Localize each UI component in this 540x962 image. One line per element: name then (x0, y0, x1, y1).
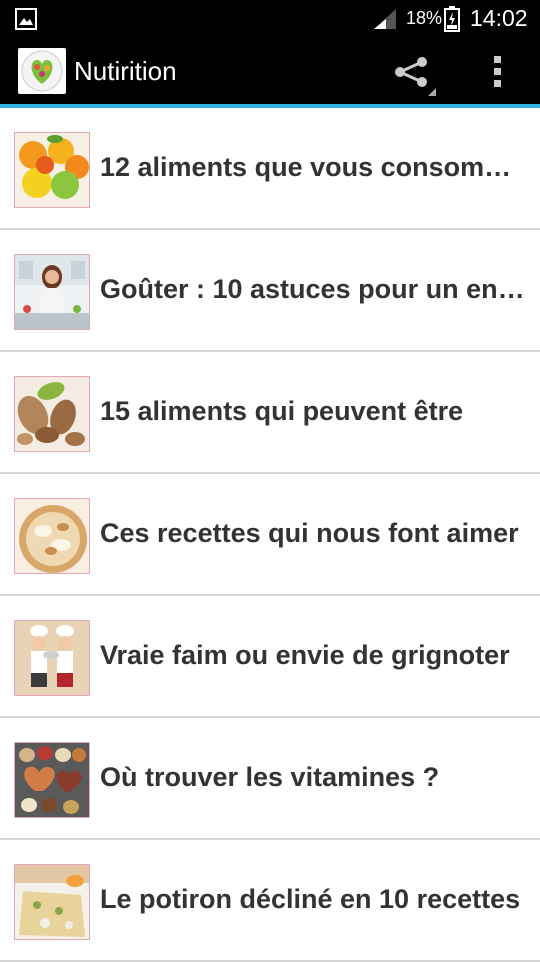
clock: 14:02 (470, 5, 528, 31)
chefs-thumbnail (14, 620, 90, 696)
almonds-thumbnail (14, 376, 90, 452)
list-item[interactable]: Où trouver les vitamines ? (0, 718, 540, 840)
tart-thumbnail (14, 498, 90, 574)
battery-icon (444, 6, 460, 32)
list-item-title: Où trouver les vitamines ? (100, 762, 440, 792)
citrus-fruits-thumbnail (14, 132, 90, 208)
gallery-notification-icon (14, 7, 38, 31)
app-logo-icon[interactable] (18, 48, 66, 94)
list-item-title: 12 aliments que vous consommez (100, 152, 525, 182)
signal-strength-icon (372, 7, 398, 31)
article-list: 12 aliments que vous consommez Goûter : … (0, 108, 540, 962)
app-title: Nutirition (74, 56, 177, 86)
share-icon[interactable] (390, 54, 438, 96)
battery-percent: 18% (406, 8, 443, 28)
list-item-title: 15 aliments qui peuvent être (100, 396, 464, 426)
action-bar: Nutirition (0, 38, 540, 104)
list-item[interactable]: Vraie faim ou envie de grignoter (0, 596, 540, 718)
list-item-title: Goûter : 10 astuces pour un en-cas (100, 274, 525, 304)
list-item-title: Vraie faim ou envie de grignoter (100, 640, 510, 670)
list-item-title: Ces recettes qui nous font aimer (100, 518, 519, 548)
woman-kitchen-thumbnail (14, 254, 90, 330)
pumpkin-pizza-thumbnail (14, 864, 90, 940)
list-item[interactable]: Le potiron décliné en 10 recettes (0, 840, 540, 962)
list-item[interactable]: 12 aliments que vous consommez (0, 108, 540, 230)
list-item-title: Le potiron décliné en 10 recettes (100, 884, 521, 914)
list-item[interactable]: Ces recettes qui nous font aimer (0, 474, 540, 596)
list-item[interactable]: 15 aliments qui peuvent être (0, 352, 540, 474)
status-bar: 18% 14:02 (0, 0, 540, 38)
overflow-menu-icon[interactable] (484, 52, 512, 92)
vitamin-foods-thumbnail (14, 742, 90, 818)
list-item[interactable]: Goûter : 10 astuces pour un en-cas (0, 230, 540, 352)
